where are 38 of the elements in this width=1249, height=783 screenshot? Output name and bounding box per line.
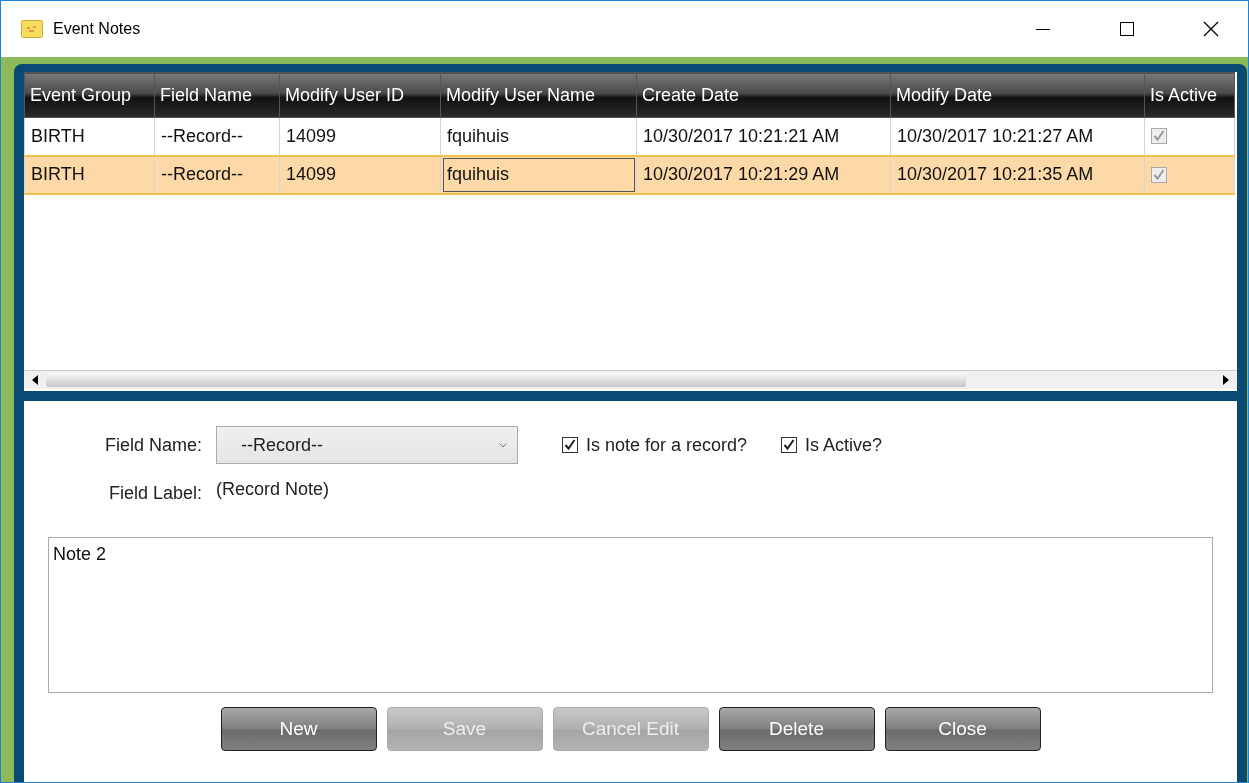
table-cell: BIRTH bbox=[24, 155, 155, 194]
column-header[interactable]: Modify Date bbox=[890, 72, 1145, 118]
scroll-thumb[interactable] bbox=[46, 373, 966, 387]
column-header[interactable]: Field Name bbox=[154, 72, 280, 118]
table-row[interactable]: BIRTH --Record-- 14099 fquihuis 10/30/2017 10:21:29 AM 10/30/2017 10:21:35 AM bbox=[24, 155, 1235, 194]
note-text-area[interactable]: Note 2 bbox=[48, 537, 1213, 693]
checkbox[interactable] bbox=[781, 437, 798, 453]
column-header[interactable]: Modify User Name bbox=[440, 72, 637, 118]
checkbox-label[interactable]: Is note for a record? bbox=[586, 434, 748, 456]
action-button[interactable]: New bbox=[220, 707, 377, 751]
column-header[interactable]: Is Active bbox=[1144, 72, 1235, 118]
column-header[interactable]: Create Date bbox=[636, 72, 891, 118]
field-name-dropdown[interactable]: --Record-- bbox=[216, 426, 518, 464]
checkbox-label[interactable]: Is Active? bbox=[805, 434, 883, 456]
sticky-note-icon bbox=[21, 20, 43, 38]
scroll-left-icon[interactable] bbox=[32, 375, 38, 385]
table-cell: 10/30/2017 10:21:29 AM bbox=[636, 155, 891, 194]
action-button[interactable]: Close bbox=[884, 707, 1041, 751]
checkbox[interactable] bbox=[1151, 166, 1167, 183]
chevron-down-icon bbox=[499, 442, 507, 448]
window-title: Event Notes bbox=[53, 20, 142, 38]
scroll-right-icon[interactable] bbox=[1223, 375, 1229, 385]
table-cell: 14099 bbox=[279, 155, 441, 194]
table-cell: 10/30/2017 10:21:35 AM bbox=[890, 155, 1145, 194]
minimize-icon bbox=[1036, 28, 1050, 30]
checkbox[interactable] bbox=[1151, 128, 1167, 145]
maximize-icon bbox=[1120, 22, 1134, 36]
field-name-label: Field Name: bbox=[103, 434, 203, 456]
field-label-value: (Record Note) bbox=[216, 478, 330, 500]
checkbox[interactable] bbox=[562, 437, 578, 453]
field-label-label: Field Label: bbox=[107, 482, 203, 504]
column-header[interactable]: Event Group bbox=[24, 72, 155, 118]
table-cell: --Record-- bbox=[154, 155, 280, 194]
table-cell: fquihuis bbox=[440, 155, 637, 194]
action-button[interactable]: Delete bbox=[718, 707, 875, 751]
horizontal-scrollbar[interactable] bbox=[24, 370, 1237, 389]
close-icon bbox=[1203, 21, 1219, 37]
column-header[interactable]: Modify User ID bbox=[279, 72, 441, 118]
